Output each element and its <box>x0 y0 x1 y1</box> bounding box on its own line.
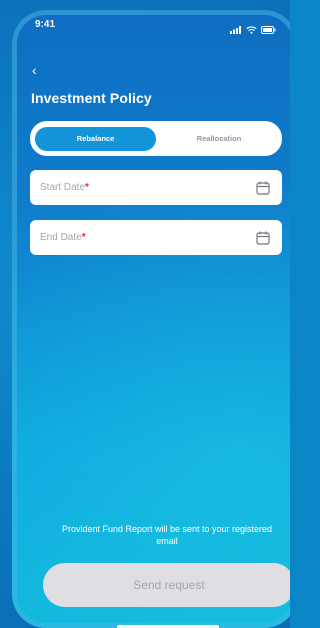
report-notice: Provident Fund Report will be sent to yo… <box>61 524 273 546</box>
status-icons <box>230 21 276 39</box>
status-time: 9:41 <box>35 19 56 30</box>
screen-background: 9:41 ‹ Investment Policy Rebalance Reall… <box>0 0 290 628</box>
required-mark: * <box>81 232 86 243</box>
chevron-left-icon: ‹ <box>32 62 37 78</box>
wifi-icon <box>246 21 257 39</box>
send-request-button[interactable]: Send request <box>43 563 290 607</box>
phone-frame: 9:41 ‹ Investment Policy Rebalance Reall… <box>12 10 290 628</box>
end-date-field[interactable]: End Date* <box>30 220 282 255</box>
tab-rebalance[interactable]: Rebalance <box>35 126 156 151</box>
policy-segmented-control: Rebalance Reallocation <box>30 121 282 156</box>
tab-reallocation[interactable]: Reallocation <box>156 127 282 151</box>
page-title: Investment Policy <box>31 90 152 106</box>
calendar-icon[interactable] <box>254 179 272 197</box>
back-button[interactable]: ‹ <box>32 63 37 77</box>
battery-icon <box>261 21 276 39</box>
start-date-field[interactable]: Start Date* <box>30 170 282 205</box>
status-bar: 9:41 <box>12 10 290 40</box>
calendar-icon[interactable] <box>254 229 272 247</box>
start-date-label-text: Start Date <box>40 182 86 193</box>
required-mark: * <box>85 182 89 193</box>
end-date-label: End Date* <box>40 232 86 243</box>
end-date-label-text: End Date <box>40 232 82 243</box>
signal-icon <box>230 21 242 39</box>
start-date-label: Start Date* <box>40 182 89 193</box>
